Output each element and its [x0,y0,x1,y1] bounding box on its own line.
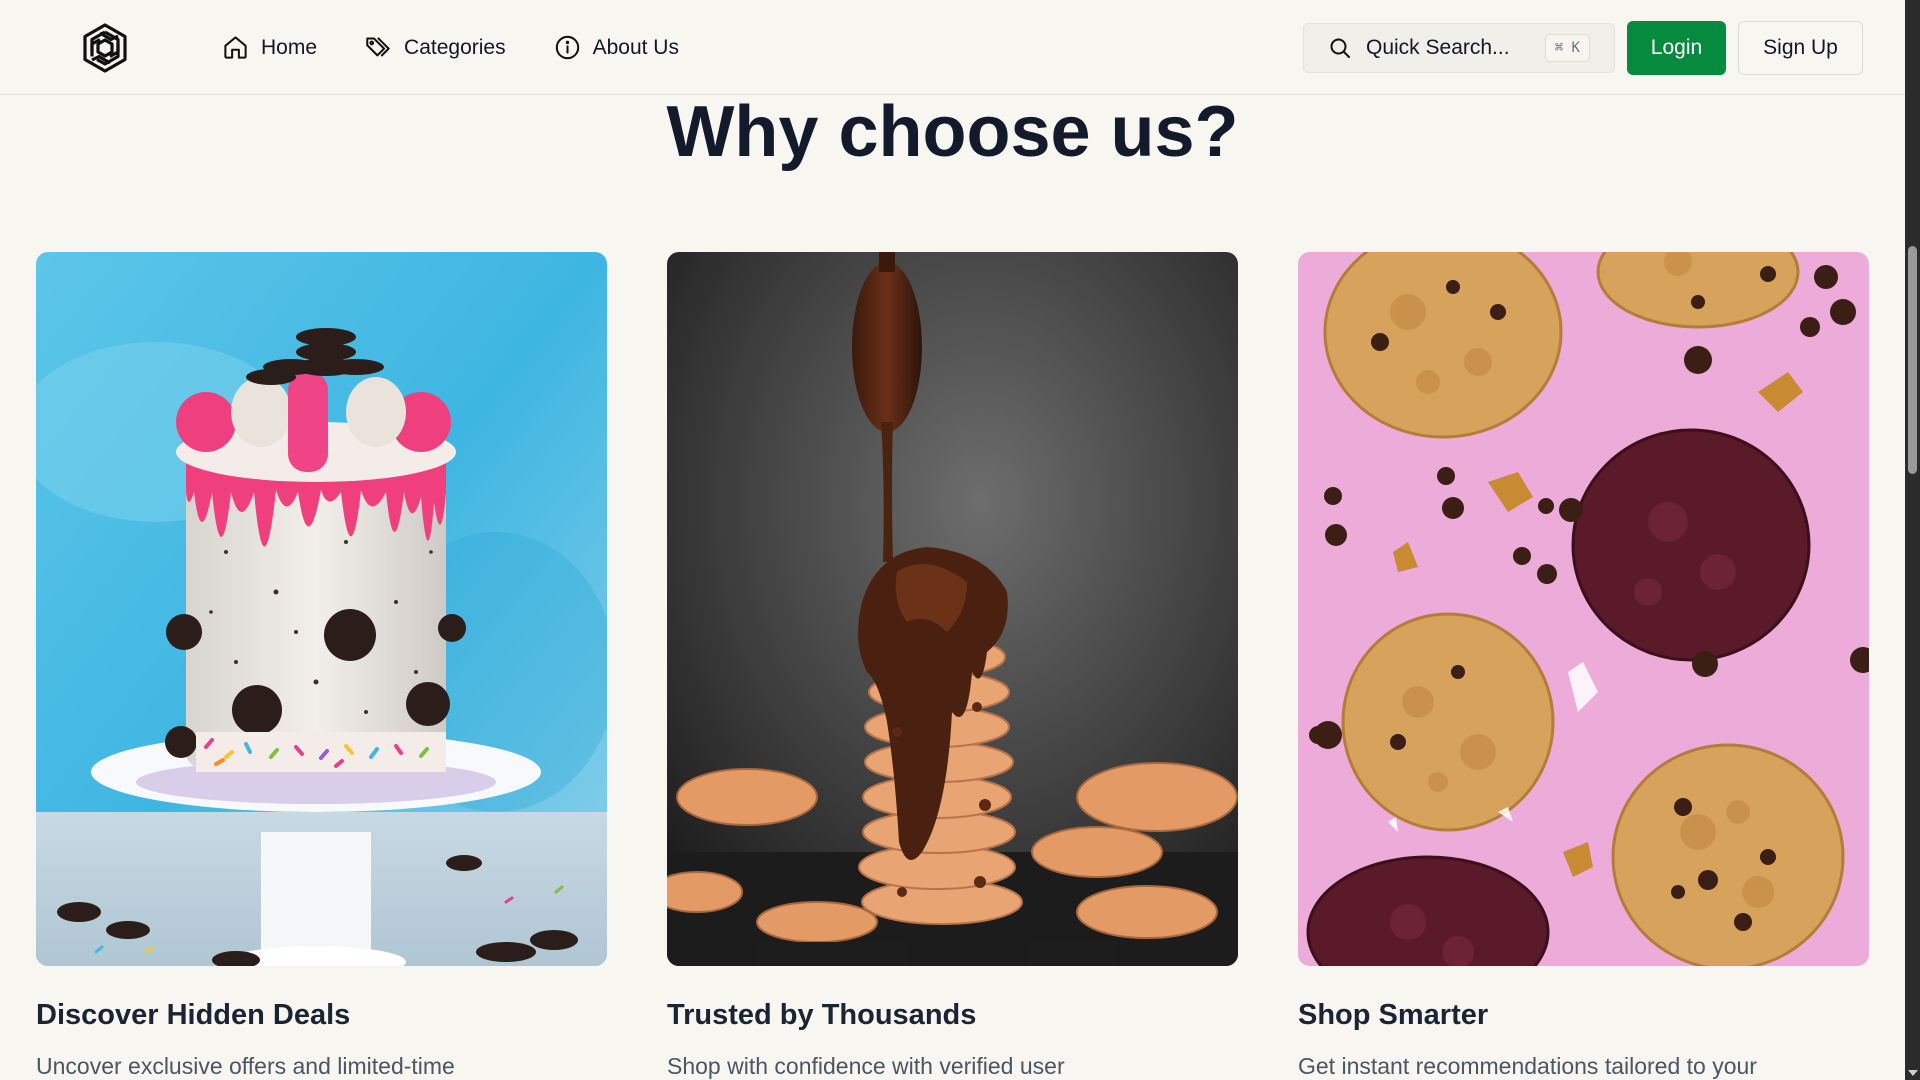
nav-label-categories: Categories [404,35,506,59]
page-title: Why choose us? [666,92,1239,172]
tag-icon [366,37,390,57]
nav-item-categories[interactable]: Categories [365,34,506,61]
page-scrollbar[interactable] [1905,0,1920,1080]
nav-label-home: Home [261,35,318,59]
keyboard-shortcut-badge: ⌘ K [1544,34,1590,62]
card-title: Discover Hidden Deals [36,999,351,1031]
info-icon [555,35,579,60]
card-title: Shop Smarter [1298,999,1489,1031]
card-description: Shop with confidence with verified user [667,1053,1065,1079]
site-header: Home Categories About Us Quick Search...… [0,0,1905,95]
scrollbar-thumb[interactable] [1908,246,1917,474]
feature-card-deals: Discover Hidden Deals Uncover exclusive … [36,252,607,1079]
home-icon [224,36,247,59]
feature-card-smarter: Shop Smarter Get instant recommendations… [1298,252,1869,1079]
assorted-cookies-image [1298,252,1869,966]
search-icon [1330,38,1350,58]
signup-button[interactable]: Sign Up [1738,21,1863,75]
login-button[interactable]: Login [1627,21,1726,75]
card-title: Trusted by Thousands [667,999,977,1031]
logo-icon[interactable] [79,22,131,74]
cake-image [36,252,607,966]
scroll-down-arrow-icon[interactable] [1908,1070,1918,1076]
quick-search-button[interactable]: Quick Search... ⌘ K [1303,23,1615,73]
nav-item-home[interactable]: Home [222,34,317,61]
search-label: Quick Search... [1366,36,1510,59]
nav-label-about: About Us [592,35,679,59]
nav-item-about[interactable]: About Us [554,34,679,61]
card-description: Get instant recommendations tailored to … [1298,1053,1757,1079]
feature-card-trusted: Trusted by Thousands Shop with confidenc… [667,252,1238,1079]
main-nav: Home Categories About Us [222,0,679,95]
card-description: Uncover exclusive offers and limited-tim… [36,1053,455,1079]
chocolate-cookies-image [667,252,1238,966]
